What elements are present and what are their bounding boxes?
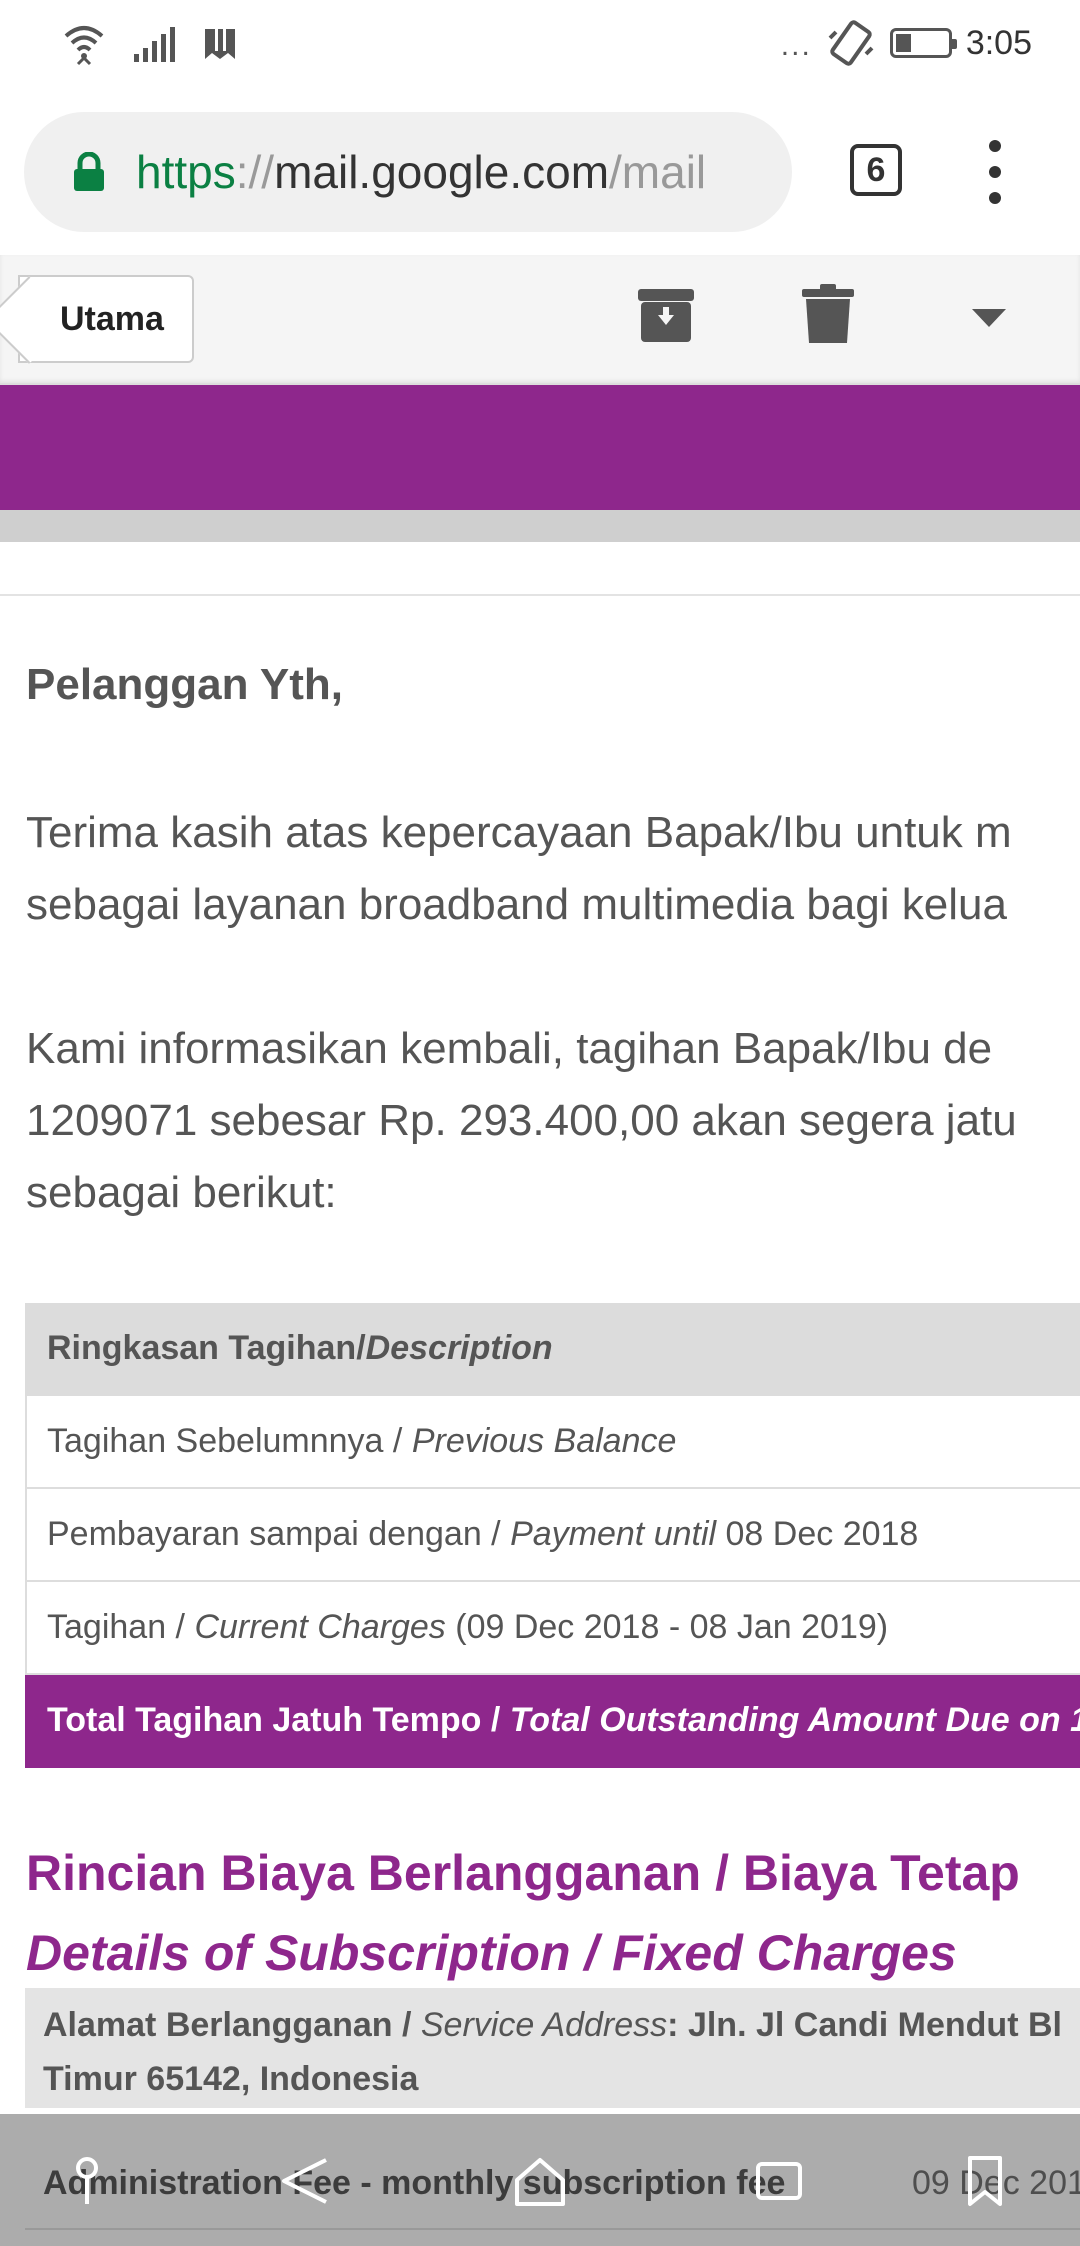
table-row: Tagihan Sebelumnnya / Previous Balance [25,1396,1080,1489]
address-value: : Jln. Jl Candi Mendut Bl [667,2006,1062,2044]
url-bar[interactable]: https://mail.google.com/mail [24,112,792,232]
pin-icon[interactable] [60,2154,114,2208]
url-separator: :// [235,146,275,198]
url-host: mail.google.com [274,146,610,198]
back-icon[interactable] [278,2154,332,2208]
row-label: Tagihan Sebelumnnya / [47,1422,412,1460]
header-label-en: Description [365,1329,553,1367]
email-banner [0,385,1080,510]
address-line: Alamat Berlangganan / Service Address: J… [43,1998,1067,2052]
signal-icon [134,27,175,62]
back-label: Utama [60,300,164,338]
archive-icon[interactable] [636,285,696,345]
details-heading: Rincian Biaya Berlangganan / Biaya Tetap… [26,1833,1020,1993]
more-vert-icon[interactable] [980,140,1010,204]
status-left-icons [62,20,238,68]
trash-icon[interactable] [800,283,856,345]
system-nav-bar [0,2114,1080,2246]
status-bar: ... 3:05 [0,0,1080,90]
table-row: Tagihan / Current Charges (09 Dec 2018 -… [25,1582,1080,1675]
table-header: Ringkasan Tagihan/Description [25,1303,1080,1396]
mail-toolbar: Utama [0,255,1080,385]
header-label: Ringkasan Tagihan/ [47,1329,366,1367]
bookmark-icon[interactable] [958,2154,1012,2208]
service-address-box: Alamat Berlangganan / Service Address: J… [25,1988,1080,2108]
status-time: 3:05 [965,23,1032,62]
row-label: Pembayaran sampai dengan / [47,1515,511,1553]
wifi-icon [64,26,104,66]
tab-count: 6 [866,151,886,189]
bill-summary-table: Ringkasan Tagihan/Description Tagihan Se… [25,1303,1080,1768]
details-heading-id: Rincian Biaya Berlangganan / Biaya Tetap [26,1845,1020,1901]
tab-switcher-button[interactable]: 6 [850,144,902,196]
paragraph-line: Kami informasikan kembali, tagihan Bapak… [26,1024,993,1073]
home-icon[interactable] [513,2154,567,2208]
notification-icon [205,29,235,59]
status-dots: ... [780,29,812,62]
url-scheme: https [136,146,236,198]
total-label-en: Total Outstanding Amount Due on 15 [509,1701,1080,1739]
address-line: Timur 65142, Indonesia [43,2060,419,2098]
row-label-en: Current Charges [194,1608,446,1646]
url-path: /mail [609,146,707,198]
divider [0,594,1080,596]
paragraph-line: Terima kasih atas kepercayaan Bapak/Ibu … [26,808,1012,857]
row-label-en: Payment until [510,1515,717,1553]
vibrate-icon [828,20,874,66]
details-heading-en: Details of Subscription / Fixed Charges [26,1925,957,1981]
address-label-en: Service Address [420,2006,668,2044]
table-total-row: Total Tagihan Jatuh Tempo / Total Outsta… [25,1675,1080,1768]
paragraph-line: sebagai layanan broadband multimedia bag… [26,880,1007,929]
email-paragraph-2: Kami informasikan kembali, tagihan Bapak… [26,1013,1017,1229]
back-to-inbox-button[interactable]: Utama [18,275,194,363]
paragraph-line: 1209071 sebesar Rp. 293.400,00 akan sege… [26,1096,1017,1145]
banner-shadow [0,510,1080,542]
row-period: (09 Dec 2018 - 08 Jan 2019) [445,1608,889,1646]
browser-url-area: https://mail.google.com/mail 6 [0,90,1080,255]
lock-icon [74,152,104,191]
recents-icon[interactable] [752,2154,806,2208]
dropdown-icon[interactable] [972,309,1006,329]
email-paragraph-1: Terima kasih atas kepercayaan Bapak/Ibu … [26,797,1012,941]
paragraph-line: sebagai berikut: [26,1168,337,1217]
table-row: Pembayaran sampai dengan / Payment until… [25,1489,1080,1582]
total-label: Total Tagihan Jatuh Tempo / [47,1701,510,1739]
status-right-icons: ... 3:05 [781,18,1032,68]
battery-level [895,34,911,52]
battery-icon [889,28,957,58]
row-label: Tagihan / [47,1608,195,1646]
row-date: 08 Dec 2018 [716,1515,919,1553]
email-greeting: Pelanggan Yth, [26,660,344,709]
row-label-en: Previous Balance [411,1422,677,1460]
address-label: Alamat Berlangganan / [43,2006,421,2044]
url-text[interactable]: https://mail.google.com/mail [136,145,706,199]
